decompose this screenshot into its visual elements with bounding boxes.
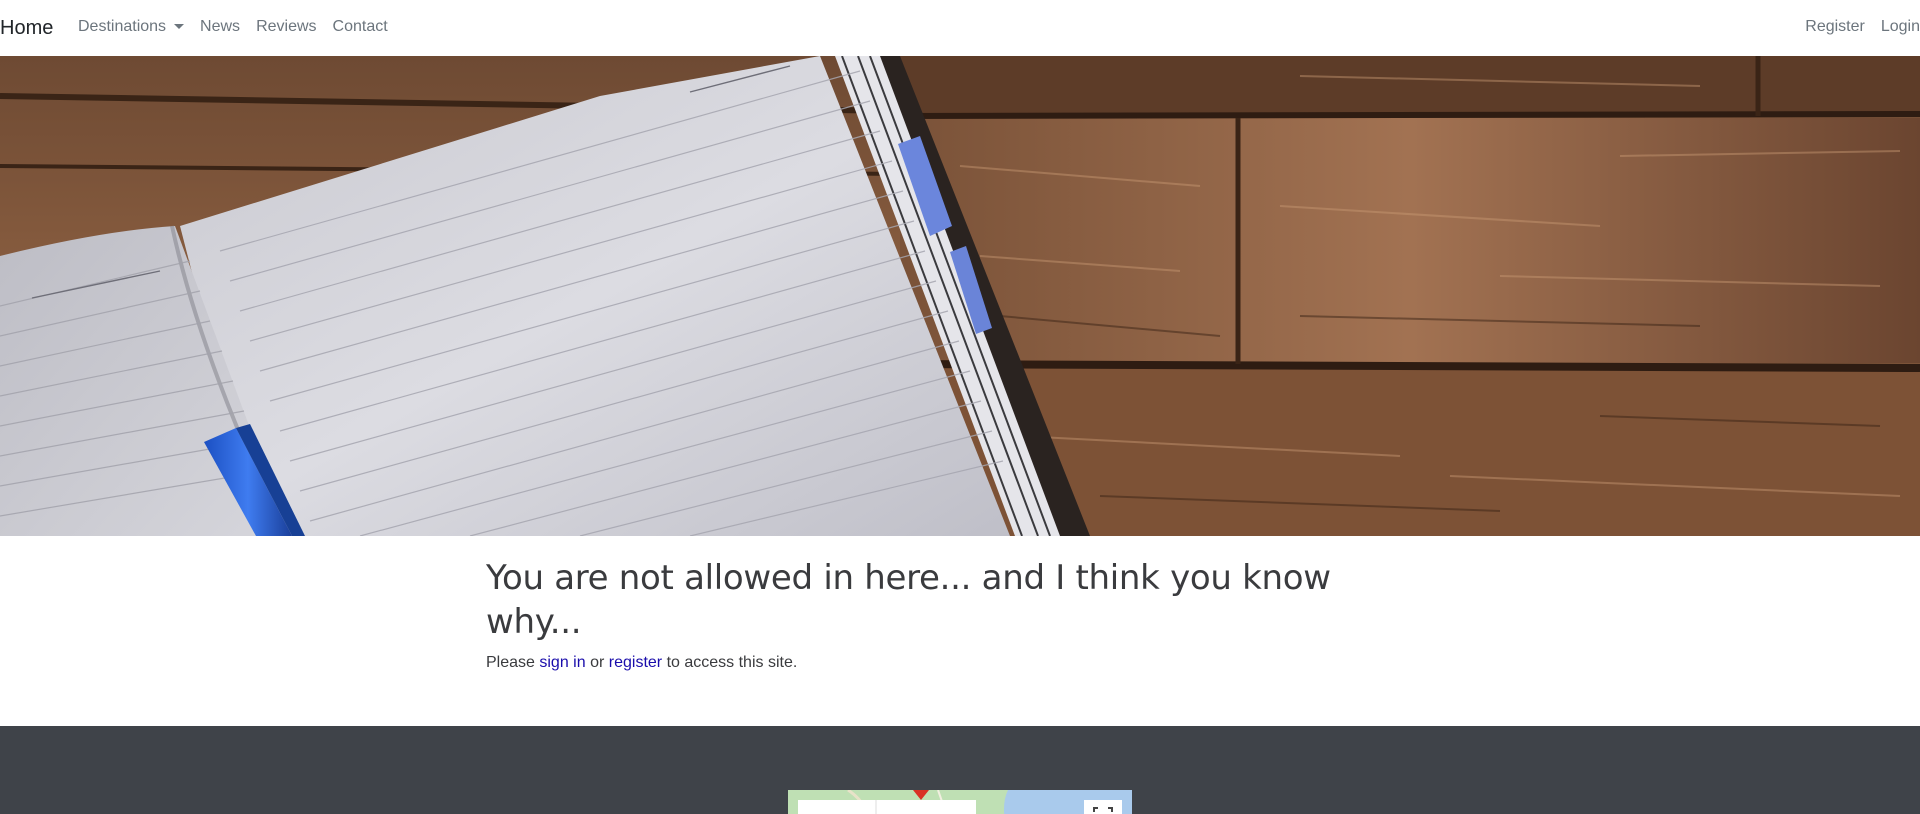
page-heading: You are not allowed in here... and I thi…	[486, 558, 1331, 642]
access-message: Please sign in or register to access thi…	[486, 652, 1436, 674]
nav-item-news[interactable]: News	[200, 17, 240, 37]
register-link[interactable]: register	[609, 654, 662, 671]
message-middle: or	[590, 654, 605, 671]
top-navbar: Home Destinations News Reviews Contact R…	[0, 0, 1920, 56]
chevron-down-icon	[174, 23, 185, 29]
nav-right-group: Register Login	[1789, 17, 1920, 37]
nav-item-destinations-label: Destinations	[78, 18, 167, 35]
message-prefix: Please	[486, 654, 535, 671]
map-preview-graphic	[788, 790, 1132, 814]
message-suffix: to access this site.	[666, 654, 798, 671]
nav-left-group: Destinations News Reviews Contact	[78, 17, 404, 37]
nav-item-reviews[interactable]: Reviews	[256, 17, 316, 37]
nav-item-destinations[interactable]: Destinations	[78, 17, 185, 37]
nav-item-contact[interactable]: Contact	[333, 17, 388, 37]
footer-map-embed[interactable]	[788, 790, 1132, 814]
brand-home-link[interactable]: Home	[0, 15, 53, 41]
notebook-on-desk-illustration	[0, 56, 1920, 536]
hero-banner-image	[0, 56, 1920, 536]
main-content: You are not allowed in here... and I thi…	[486, 556, 1436, 674]
sign-in-link[interactable]: sign in	[539, 654, 585, 671]
map-info-card	[798, 800, 976, 814]
nav-item-login[interactable]: Login	[1881, 17, 1920, 37]
nav-item-register[interactable]: Register	[1805, 17, 1865, 37]
page-footer	[0, 726, 1920, 814]
map-fullscreen-button	[1084, 800, 1122, 814]
